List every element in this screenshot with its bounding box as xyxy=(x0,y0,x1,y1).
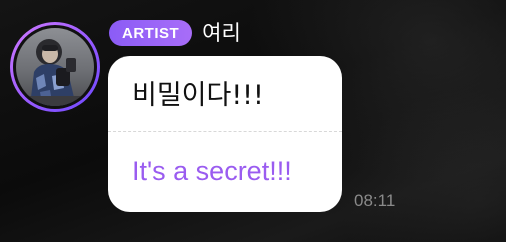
translation-divider xyxy=(108,131,342,132)
sender-name[interactable]: 여리 xyxy=(202,20,241,46)
avatar[interactable] xyxy=(10,22,100,112)
artist-badge: ARTIST xyxy=(109,20,193,46)
message-timestamp: 08:11 xyxy=(354,191,396,210)
avatar-photo xyxy=(16,28,94,106)
translated-message-text: It's a secret!!! xyxy=(132,156,292,186)
avatar-ring-inner xyxy=(13,25,97,109)
chat-message: ARTIST 여리 비밀이다!!! It's a secret!!! 08:11 xyxy=(0,0,506,242)
message-bubble[interactable]: 비밀이다!!! It's a secret!!! xyxy=(108,56,342,212)
original-message-text: 비밀이다!!! xyxy=(132,80,264,111)
message-header: ARTIST 여리 xyxy=(109,20,241,46)
